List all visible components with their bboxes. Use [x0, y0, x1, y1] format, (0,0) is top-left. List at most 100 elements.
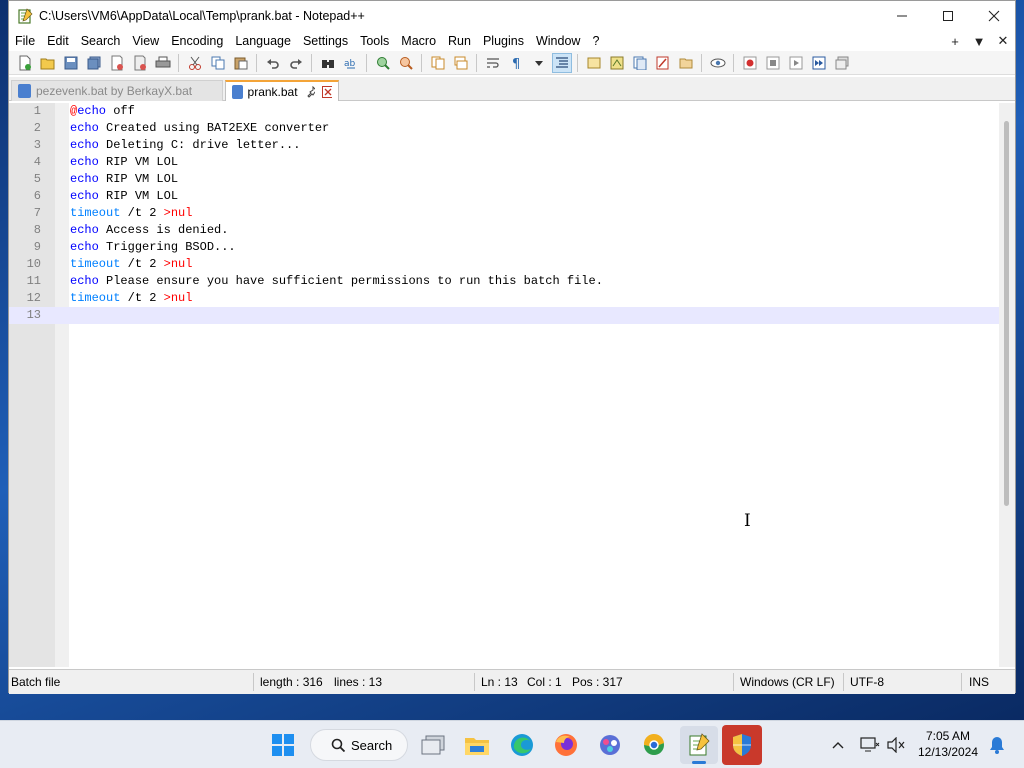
indent-guide-icon[interactable] — [551, 52, 572, 73]
save-icon[interactable] — [61, 53, 81, 73]
maximize-button[interactable] — [925, 1, 971, 31]
security-taskbar-button[interactable] — [722, 725, 762, 765]
line-code: @echo off — [70, 103, 135, 120]
tab-list-button[interactable]: ▼ — [967, 34, 991, 49]
system-clock[interactable]: 7:05 AM 12/13/2024 — [914, 728, 982, 760]
code-line[interactable]: 1 @echo off — [9, 103, 999, 120]
replace-icon[interactable]: ab — [341, 53, 361, 73]
menu-search[interactable]: Search — [75, 31, 127, 51]
show-hidden-icons-button[interactable] — [823, 730, 853, 760]
tab-prank[interactable]: prank.bat — [225, 80, 339, 101]
title-bar[interactable]: C:\Users\VM6\AppData\Local\Temp\prank.ba… — [9, 1, 1015, 31]
notepadpp-taskbar-button[interactable] — [680, 726, 718, 764]
code-line[interactable]: 13 — [9, 307, 999, 324]
print-icon[interactable] — [153, 53, 173, 73]
line-ending: Windows (CR LF) — [740, 675, 835, 689]
code-token: echo — [70, 172, 99, 186]
monitoring-eye-icon[interactable] — [708, 53, 728, 73]
minimize-button[interactable] — [879, 1, 925, 31]
code-line[interactable]: 12 timeout /t 2 >nul — [9, 290, 999, 307]
close-file-icon[interactable] — [107, 53, 127, 73]
code-line[interactable]: 6 echo RIP VM LOL — [9, 188, 999, 205]
line-code: echo Created using BAT2EXE converter — [70, 120, 329, 137]
volume-button[interactable] — [881, 730, 911, 760]
line-number: 6 — [33, 189, 41, 203]
dropdown-arrow-icon[interactable] — [529, 53, 549, 73]
sync-horizontal-icon[interactable] — [451, 53, 471, 73]
doc-map-icon[interactable] — [607, 53, 627, 73]
firefox-button[interactable] — [551, 730, 581, 760]
menu-language[interactable]: Language — [229, 31, 297, 51]
start-button[interactable] — [268, 730, 298, 760]
find-icon[interactable] — [318, 53, 338, 73]
zoom-in-icon[interactable] — [373, 53, 393, 73]
run-macro-multiple-icon[interactable] — [809, 53, 829, 73]
code-line[interactable]: 9 echo Triggering BSOD... — [9, 239, 999, 256]
menu-settings[interactable]: Settings — [297, 31, 354, 51]
redo-icon[interactable] — [286, 53, 306, 73]
function-list-icon[interactable] — [630, 53, 650, 73]
taskbar-search[interactable]: Search — [310, 729, 408, 761]
vertical-scrollbar[interactable] — [999, 103, 1015, 667]
menu-run[interactable]: Run — [442, 31, 477, 51]
code-line[interactable]: 3 echo Deleting C: drive letter... — [9, 137, 999, 154]
code-token: echo — [70, 121, 99, 135]
code-line[interactable]: 7 timeout /t 2 >nul — [9, 205, 999, 222]
menu-help[interactable]: ? — [586, 31, 605, 51]
code-line[interactable]: 4 echo RIP VM LOL — [9, 154, 999, 171]
task-view-button[interactable] — [418, 730, 448, 760]
close-window-button[interactable] — [971, 1, 1017, 31]
sync-vertical-icon[interactable] — [428, 53, 448, 73]
code-line[interactable]: 10 timeout /t 2 >nul — [9, 256, 999, 273]
menu-edit[interactable]: Edit — [41, 31, 75, 51]
scrollbar-thumb[interactable] — [1004, 121, 1009, 506]
record-macro-icon[interactable] — [740, 53, 760, 73]
play-macro-icon[interactable] — [786, 53, 806, 73]
paste-icon[interactable] — [231, 53, 251, 73]
code-line[interactable]: 5 echo RIP VM LOL — [9, 171, 999, 188]
new-file-icon[interactable] — [15, 53, 35, 73]
notifications-button[interactable] — [984, 730, 1010, 760]
toolbar-separator — [256, 53, 257, 72]
code-line[interactable]: 2 echo Created using BAT2EXE converter — [9, 120, 999, 137]
pin-icon[interactable] — [306, 85, 316, 98]
udl-icon[interactable] — [584, 53, 604, 73]
minimize-icon — [897, 15, 907, 17]
cut-icon[interactable] — [185, 53, 205, 73]
line-number: 7 — [33, 206, 41, 220]
show-all-chars-icon[interactable]: ¶ — [506, 53, 526, 73]
stop-macro-icon[interactable] — [763, 53, 783, 73]
new-tab-button[interactable]: + — [943, 34, 967, 49]
menu-file[interactable]: File — [9, 31, 41, 51]
close-tab-button[interactable]: ✕ — [991, 33, 1015, 49]
save-all-icon[interactable] — [84, 53, 104, 73]
zoom-out-icon[interactable] — [396, 53, 416, 73]
code-token: echo — [70, 189, 99, 203]
file-explorer-button[interactable] — [462, 730, 492, 760]
menu-encoding[interactable]: Encoding — [165, 31, 229, 51]
menu-plugins[interactable]: Plugins — [477, 31, 530, 51]
app-button[interactable] — [595, 730, 625, 760]
word-wrap-icon[interactable] — [483, 53, 503, 73]
save-macro-icon[interactable] — [832, 53, 852, 73]
editor-area[interactable]: 1 @echo off 2 echo Created using BAT2EXE co… — [9, 103, 1015, 667]
open-file-icon[interactable] — [38, 53, 58, 73]
tab-close-icon[interactable] — [322, 85, 333, 98]
close-all-icon[interactable] — [130, 53, 150, 73]
code-token: echo — [70, 240, 99, 254]
copy-icon[interactable] — [208, 53, 228, 73]
menu-tools[interactable]: Tools — [354, 31, 395, 51]
security-shield-icon — [733, 734, 751, 756]
code-token: echo — [77, 104, 107, 118]
folder-workspace-icon[interactable] — [653, 53, 673, 73]
menu-window[interactable]: Window — [530, 31, 586, 51]
edge-button[interactable] — [507, 730, 537, 760]
code-line[interactable]: 11 echo Please ensure you have sufficient… — [9, 273, 999, 290]
folder-icon[interactable] — [676, 53, 696, 73]
menu-view[interactable]: View — [126, 31, 165, 51]
tab-pezevenk[interactable]: pezevenk.bat by BerkayX.bat — [11, 80, 223, 101]
undo-icon[interactable] — [263, 53, 283, 73]
menu-macro[interactable]: Macro — [395, 31, 442, 51]
code-line[interactable]: 8 echo Access is denied. — [9, 222, 999, 239]
browser-button[interactable] — [639, 730, 669, 760]
